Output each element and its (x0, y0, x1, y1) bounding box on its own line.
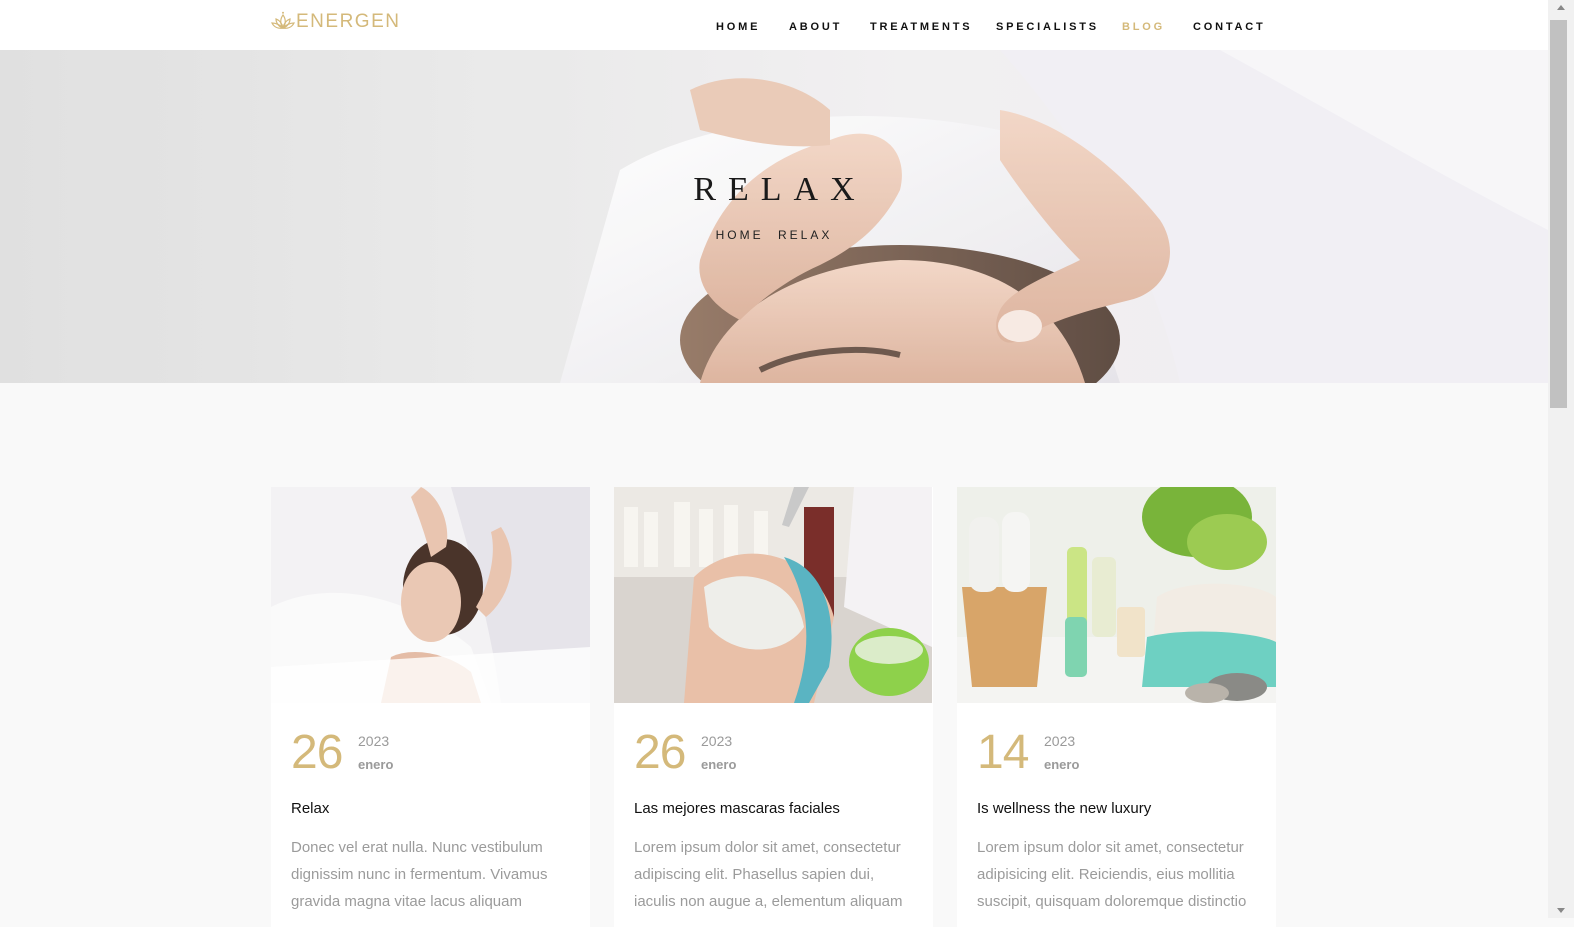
scroll-up-arrow-icon[interactable] (1557, 5, 1565, 10)
post-year: 2023 (358, 733, 390, 749)
nav-about[interactable]: ABOUT (789, 21, 842, 33)
breadcrumb: HOME RELAX (0, 228, 1548, 242)
nav-contact[interactable]: CONTACT (1193, 21, 1266, 33)
post-day: 26 (291, 726, 343, 779)
post-excerpt: Lorem ipsum dolor sit amet, consectetur … (977, 839, 1247, 910)
face-mask-photo (614, 487, 932, 703)
scroll-down-arrow-icon[interactable] (1557, 908, 1565, 913)
site-header: ENERGEN HOME ABOUT TREATMENTS SPECIALIST… (0, 0, 1548, 50)
post-month: enero (701, 757, 737, 772)
scrollbar-thumb[interactable] (1550, 20, 1567, 408)
nav-treatments[interactable]: TREATMENTS (870, 21, 972, 33)
breadcrumb-current: RELAX (777, 228, 833, 242)
post-day: 14 (977, 726, 1029, 779)
blog-card[interactable]: 14 2023 enero Is wellness the new luxury… (957, 487, 1276, 927)
hero-photo (0, 50, 1548, 383)
facial-massage-photo (271, 487, 590, 703)
post-image[interactable] (614, 487, 933, 703)
post-year: 2023 (1044, 733, 1076, 749)
post-image[interactable] (957, 487, 1276, 703)
spa-products-photo (957, 487, 1276, 703)
post-title[interactable]: Relax (291, 800, 329, 817)
post-title[interactable]: Is wellness the new luxury (977, 800, 1151, 817)
main-nav: HOME ABOUT TREATMENTS SPECIALISTS BLOG C… (0, 21, 1548, 35)
post-year: 2023 (701, 733, 733, 749)
page-title: RELAX (693, 171, 867, 208)
blog-card[interactable]: 26 2023 enero Las mejores mascaras facia… (614, 487, 933, 927)
post-excerpt: Lorem ipsum dolor sit amet, consectetur … (634, 839, 903, 910)
breadcrumb-home[interactable]: HOME (716, 228, 764, 242)
page-scrollbar[interactable] (1548, 0, 1574, 918)
post-image[interactable] (271, 487, 590, 703)
post-excerpt: Donec vel erat nulla. Nunc vestibulum di… (291, 839, 548, 910)
post-month: enero (358, 757, 394, 772)
blog-card[interactable]: 26 2023 enero Relax Donec vel erat nulla… (271, 487, 590, 927)
post-month: enero (1044, 757, 1080, 772)
post-day: 26 (634, 726, 686, 779)
hero-banner: RELAX HOME RELAX (0, 50, 1548, 383)
post-title[interactable]: Las mejores mascaras faciales (634, 800, 840, 817)
nav-blog[interactable]: BLOG (1122, 21, 1165, 33)
nav-specialists[interactable]: SPECIALISTS (996, 21, 1099, 33)
nav-home[interactable]: HOME (716, 21, 760, 33)
